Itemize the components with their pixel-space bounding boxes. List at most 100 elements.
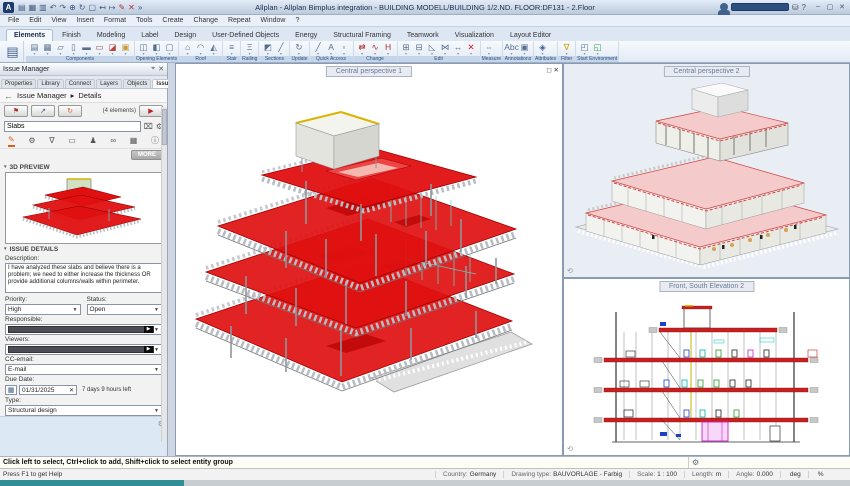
type-select[interactable]: Structural design▼ bbox=[5, 405, 162, 416]
door-icon[interactable]: ◧ ▾ bbox=[150, 42, 163, 56]
clear-date-icon[interactable]: ✕ bbox=[69, 387, 74, 394]
calendar-icon[interactable]: ▦ bbox=[5, 385, 17, 395]
user-name-redacted[interactable] bbox=[731, 3, 789, 11]
view-rotate-icon[interactable]: ⟲ bbox=[567, 445, 573, 453]
forward-icon[interactable]: ↦ bbox=[109, 2, 116, 13]
column-icon[interactable]: ▯ ▾ bbox=[67, 42, 80, 56]
section-line-icon[interactable]: ╱ ▾ bbox=[274, 42, 287, 56]
palette-tab[interactable]: Connect bbox=[65, 79, 95, 88]
viewport-title[interactable]: Central perspective 2 bbox=[663, 66, 749, 77]
view-rotate-icon[interactable]: ⟲ bbox=[567, 267, 573, 275]
palette-title-bar[interactable]: Issue Manager ⌖ ✕ bbox=[0, 63, 167, 76]
ribbon-tab[interactable]: Teamwork bbox=[400, 30, 446, 41]
ribbon-tab[interactable]: Modeling bbox=[90, 30, 132, 41]
ribbon-tab[interactable]: Finish bbox=[55, 30, 88, 41]
chimney-icon[interactable]: ▣ ▾ bbox=[119, 42, 132, 56]
profile-wall-icon[interactable]: ▦ ▾ bbox=[41, 42, 54, 56]
preview-section-header[interactable]: ▾ 3D PREVIEW bbox=[0, 162, 167, 172]
menu-item[interactable]: Edit bbox=[29, 17, 41, 24]
delete-icon[interactable]: ✕ bbox=[128, 2, 135, 13]
viewers-select[interactable]: ▶ ▼ bbox=[5, 344, 162, 355]
viewport-front-south-elevation[interactable]: Front, South Elevation 2 bbox=[563, 278, 850, 456]
more-button[interactable]: MORE bbox=[131, 150, 163, 160]
align-icon[interactable]: ⊟ ▾ bbox=[413, 42, 426, 56]
due-date-input[interactable]: 01/31/2025 ✕ bbox=[19, 385, 77, 395]
clipping-icon[interactable]: ▫ ▾ bbox=[338, 42, 351, 56]
menu-item[interactable]: Repeat bbox=[228, 17, 251, 24]
change-profile-icon[interactable]: ∿ ▾ bbox=[369, 42, 382, 56]
smart-part-icon[interactable]: ◪ ▾ bbox=[106, 42, 119, 56]
shop-cart-icon[interactable]: ⛁ bbox=[792, 3, 799, 12]
menu-item[interactable]: Create bbox=[162, 17, 183, 24]
menu-item[interactable]: Format bbox=[104, 17, 126, 24]
gear-icon[interactable]: ⚙ bbox=[692, 458, 699, 467]
sync-button[interactable]: ↻ bbox=[58, 105, 82, 117]
filter-funnel-icon[interactable]: ∇ ▾ bbox=[560, 42, 573, 56]
ribbon-tab[interactable]: Design bbox=[167, 30, 203, 41]
ribbon-tab[interactable]: Visualization bbox=[448, 30, 501, 41]
clipboard-icon[interactable]: ▢ bbox=[89, 2, 97, 13]
screen-icon[interactable]: ▭ bbox=[68, 136, 76, 146]
ramp-icon[interactable]: ◺ ▾ bbox=[426, 42, 439, 56]
maximize-button[interactable]: ▢ bbox=[825, 3, 835, 11]
viewport-window-controls[interactable]: ◻ ✕ bbox=[546, 66, 559, 74]
ribbon-tab[interactable]: Energy bbox=[288, 30, 324, 41]
update-3d-icon[interactable]: ↻ ▾ bbox=[292, 42, 305, 56]
section-icon[interactable]: ◩ ▾ bbox=[261, 42, 274, 56]
stair-icon[interactable]: ≡ ▾ bbox=[225, 42, 238, 56]
viewport-title[interactable]: Front, South Elevation 2 bbox=[659, 281, 754, 292]
help-icon[interactable]: ? bbox=[802, 3, 806, 12]
palette-scrollbar[interactable] bbox=[161, 107, 167, 442]
trash-icon[interactable]: ⌧ bbox=[144, 122, 153, 131]
beam-icon[interactable]: ▬ ▾ bbox=[80, 42, 93, 56]
issue-3d-preview[interactable] bbox=[5, 172, 162, 244]
allplan-logo-icon[interactable]: A bbox=[3, 2, 14, 13]
issue-title-input[interactable] bbox=[4, 121, 141, 132]
viewport-central-perspective-2[interactable]: Central perspective 2 bbox=[563, 63, 850, 278]
details-section-header[interactable]: ▾ ISSUE DETAILS bbox=[0, 244, 167, 254]
save-icon[interactable]: ▦ bbox=[29, 2, 37, 13]
ribbon-tab[interactable]: Structural Framing bbox=[326, 30, 398, 41]
railing-icon[interactable]: Ξ ▾ bbox=[243, 42, 256, 56]
palette-tab[interactable]: Library bbox=[37, 79, 63, 88]
delete-element-icon[interactable]: ✕ ▾ bbox=[465, 42, 478, 56]
description-textarea[interactable]: I have analyzed these slabs and believe … bbox=[5, 263, 162, 293]
palette-resize-handle[interactable] bbox=[168, 63, 175, 456]
link-icon[interactable]: ∞ bbox=[110, 136, 116, 146]
responsible-select[interactable]: ▶ ▼ bbox=[5, 324, 162, 335]
image-icon[interactable]: ▦ bbox=[130, 136, 138, 146]
open-icon[interactable]: ▤ bbox=[18, 2, 26, 13]
viewport-central-perspective-1[interactable]: Central perspective 1 ◻ ✕ bbox=[175, 63, 563, 456]
change-height-icon[interactable]: H ▾ bbox=[382, 42, 395, 56]
menu-item[interactable]: ? bbox=[295, 17, 299, 24]
label-icon[interactable]: ▣ ▾ bbox=[518, 42, 531, 56]
comment-icon[interactable]: ✎ bbox=[8, 135, 15, 147]
window-icon[interactable]: ◫ ▾ bbox=[137, 42, 150, 56]
menu-item[interactable]: Change bbox=[193, 17, 218, 24]
more-icon[interactable]: » bbox=[138, 2, 142, 13]
mirror-icon[interactable]: ⋈ ▾ bbox=[439, 42, 452, 56]
roof-plane-icon[interactable]: ⌂ ▾ bbox=[181, 42, 194, 56]
environment-icon[interactable]: ◱ ▾ bbox=[591, 42, 604, 56]
line-icon[interactable]: ╱ ▾ bbox=[312, 42, 325, 56]
minimize-button[interactable]: – bbox=[813, 3, 823, 11]
wall-icon[interactable]: ▤ ▾ bbox=[28, 42, 41, 56]
zoom-icon[interactable]: ⊕ bbox=[69, 2, 76, 13]
settings-icon[interactable]: ⚙ bbox=[28, 136, 35, 146]
skylight-icon[interactable]: ◭ ▾ bbox=[207, 42, 220, 56]
menu-item[interactable]: View bbox=[51, 17, 66, 24]
filter-icon[interactable]: ∇ bbox=[49, 136, 54, 146]
user-avatar-icon[interactable] bbox=[720, 3, 728, 11]
ribbon-tab[interactable]: Layout Editor bbox=[503, 30, 558, 41]
annotation-icon[interactable]: Abc ▾ bbox=[505, 42, 518, 56]
ribbon-tab[interactable]: Elements bbox=[6, 29, 53, 41]
recess-icon[interactable]: ▢ ▾ bbox=[163, 42, 176, 56]
foundation-icon[interactable]: ▭ ▾ bbox=[93, 42, 106, 56]
stretch-icon[interactable]: ↔ ▾ bbox=[452, 42, 465, 56]
pin-icon[interactable]: ⌖ bbox=[151, 65, 155, 73]
slab-icon[interactable]: ▱ ▾ bbox=[54, 42, 67, 56]
redo-icon[interactable]: ↷ bbox=[59, 2, 66, 13]
change-offset-icon[interactable]: ⇄ ▾ bbox=[356, 42, 369, 56]
flag-button[interactable]: ⚑ bbox=[4, 105, 28, 117]
print-icon[interactable]: ▥ bbox=[39, 2, 47, 13]
